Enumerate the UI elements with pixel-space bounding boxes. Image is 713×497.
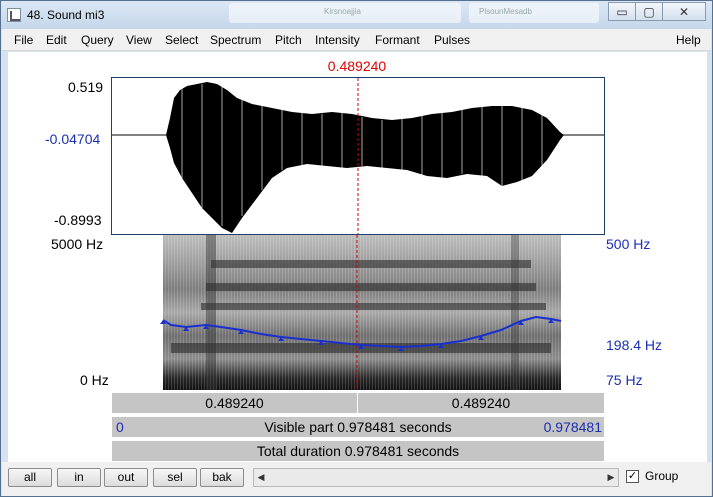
visible-part-label: Visible part 0.978481 seconds [264, 419, 452, 435]
menu-pulses[interactable]: Pulses [434, 33, 470, 47]
menu-spectrum[interactable]: Spectrum [210, 33, 261, 47]
sound-editor-area[interactable]: 0.489240 0.519 -0.04704 -0.8993 5000 Hz … [8, 52, 707, 462]
group-toggle[interactable]: ✓ Group [626, 469, 678, 483]
menu-pitch[interactable]: Pitch [275, 33, 302, 47]
close-button[interactable]: ✕ [662, 2, 706, 21]
menu-query[interactable]: Query [81, 33, 114, 47]
close-icon: ✕ [678, 4, 690, 19]
spectrogram-bottom-freq-label: 0 Hz [80, 372, 109, 388]
caption-buttons: ▭ ▢ ✕ [608, 2, 706, 21]
menu-edit[interactable]: Edit [46, 33, 67, 47]
visible-part-bar[interactable]: 0 Visible part 0.978481 seconds 0.978481 [111, 416, 605, 438]
menu-file[interactable]: File [14, 33, 33, 47]
zoom-out-button[interactable]: out [104, 468, 148, 487]
segment-time-bar: 0.489240 0.489240 [111, 392, 605, 414]
waveform-max-label: 0.519 [68, 79, 104, 95]
waveform-min-label: -0.8993 [54, 212, 102, 228]
window-title: 48. Sound mi3 [27, 8, 105, 22]
zoom-selection-button[interactable]: sel [153, 468, 197, 487]
spectrogram-onset-band [206, 235, 216, 390]
zoom-back-button[interactable]: bak [200, 468, 244, 487]
waveform-cursor-value-label: -0.04704 [45, 131, 101, 147]
background-window-ghost: Kirsnoajjia [229, 3, 461, 23]
maximize-icon: ▢ [643, 4, 655, 19]
minimize-icon: ▭ [616, 4, 628, 19]
visible-end-label: 0.978481 [543, 419, 602, 435]
waveform-envelope [166, 82, 564, 233]
cursor-time-label: 0.489240 [327, 58, 387, 74]
spectrogram-texture [163, 235, 561, 390]
spectrogram-offset-band [511, 235, 519, 390]
group-checkbox[interactable]: ✓ [626, 469, 639, 483]
menu-select[interactable]: Select [165, 33, 198, 47]
scroll-left-icon[interactable]: ◀ [254, 469, 268, 486]
pitch-bottom-label: 75 Hz [606, 372, 643, 388]
horizontal-scrollbar[interactable]: ◀ ▶ [253, 468, 619, 487]
menu-bar: File Edit Query View Select Spectrum Pit… [2, 29, 711, 51]
pitch-top-label: 500 Hz [606, 236, 651, 252]
total-duration-label: Total duration 0.978481 seconds [256, 443, 460, 459]
menu-help[interactable]: Help [676, 33, 701, 47]
background-window-ghost-2: PlsounMesadb [469, 3, 599, 23]
waveform-plot [112, 78, 604, 234]
scroll-right-icon[interactable]: ▶ [604, 469, 618, 486]
spectrogram-plot [160, 235, 562, 390]
bottom-toolbar: all in out sel bak ◀ ▶ ✓ Group [2, 462, 711, 496]
title-bar[interactable]: 48. Sound mi3 Kirsnoajjia PlsounMesadb ▭… [1, 1, 712, 29]
zoom-all-button[interactable]: all [8, 468, 52, 487]
right-segment-duration[interactable]: 0.489240 [358, 393, 604, 413]
left-segment-duration[interactable]: 0.489240 [112, 393, 357, 413]
menu-view[interactable]: View [126, 33, 152, 47]
minimize-button[interactable]: ▭ [608, 2, 636, 21]
total-duration-bar[interactable]: Total duration 0.978481 seconds [111, 440, 605, 462]
pitch-value-label: 198.4 Hz [606, 337, 663, 353]
maximize-button[interactable]: ▢ [635, 2, 663, 21]
menu-formant[interactable]: Formant [375, 33, 420, 47]
spectrogram-top-freq-label: 5000 Hz [51, 236, 104, 252]
spectrogram-panel[interactable] [111, 235, 605, 390]
praat-sound-window: 48. Sound mi3 Kirsnoajjia PlsounMesadb ▭… [0, 0, 713, 497]
window-icon [7, 8, 21, 22]
menu-intensity[interactable]: Intensity [315, 33, 360, 47]
group-label: Group [645, 469, 679, 483]
zoom-in-button[interactable]: in [57, 468, 101, 487]
waveform-panel[interactable] [111, 77, 605, 235]
